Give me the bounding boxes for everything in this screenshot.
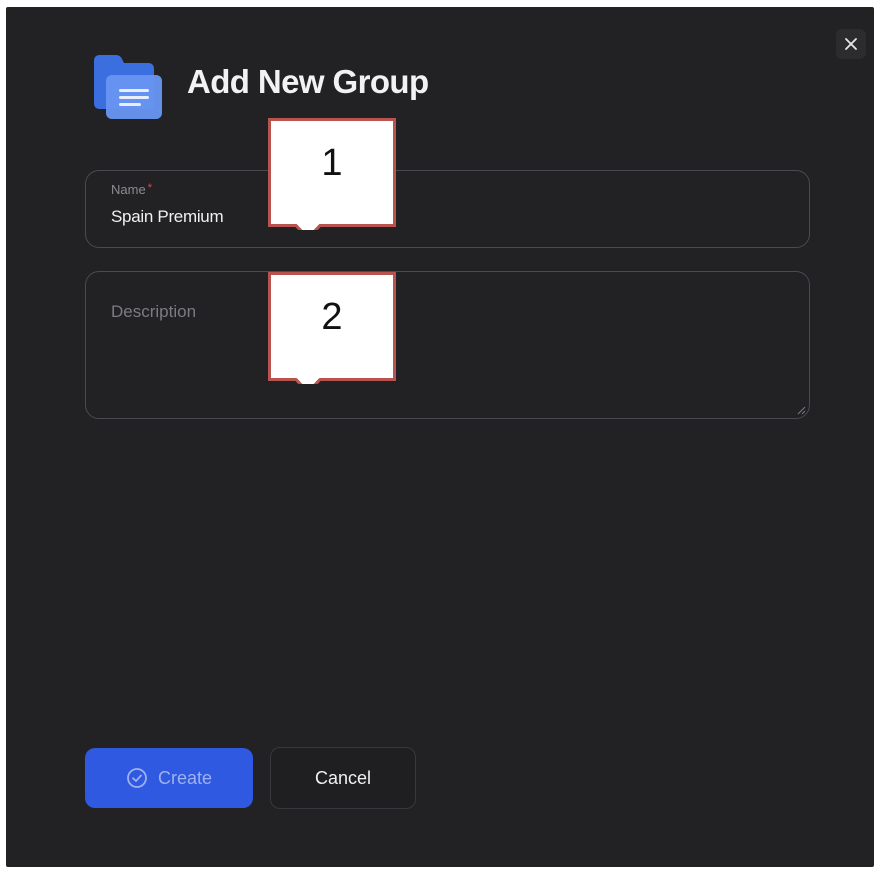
name-field[interactable]: Name * Spain Premium bbox=[85, 170, 810, 248]
close-icon bbox=[845, 38, 857, 50]
callout-number: 2 bbox=[321, 296, 343, 338]
name-field-label: Name * bbox=[111, 182, 152, 197]
description-field[interactable]: Description bbox=[85, 271, 810, 419]
add-group-dialog: Add New Group bbox=[6, 7, 874, 867]
cancel-button[interactable]: Cancel bbox=[270, 747, 416, 809]
create-button-label: Create bbox=[157, 767, 213, 788]
create-button[interactable]: Create bbox=[85, 748, 253, 808]
cancel-button-label: Cancel bbox=[314, 767, 372, 788]
check-circle-icon bbox=[127, 768, 147, 788]
description-placeholder: Description bbox=[111, 302, 197, 321]
required-marker: * bbox=[147, 182, 152, 194]
callout-1: 1 bbox=[268, 118, 396, 230]
close-button[interactable] bbox=[836, 29, 866, 59]
dialog-title: Add New Group bbox=[187, 63, 429, 100]
folder-document-icon bbox=[90, 51, 166, 123]
callout-2: 2 bbox=[268, 272, 396, 384]
resize-handle-icon[interactable] bbox=[797, 406, 806, 415]
name-field-value: Spain Premium bbox=[111, 207, 224, 226]
callout-number: 1 bbox=[321, 142, 343, 184]
